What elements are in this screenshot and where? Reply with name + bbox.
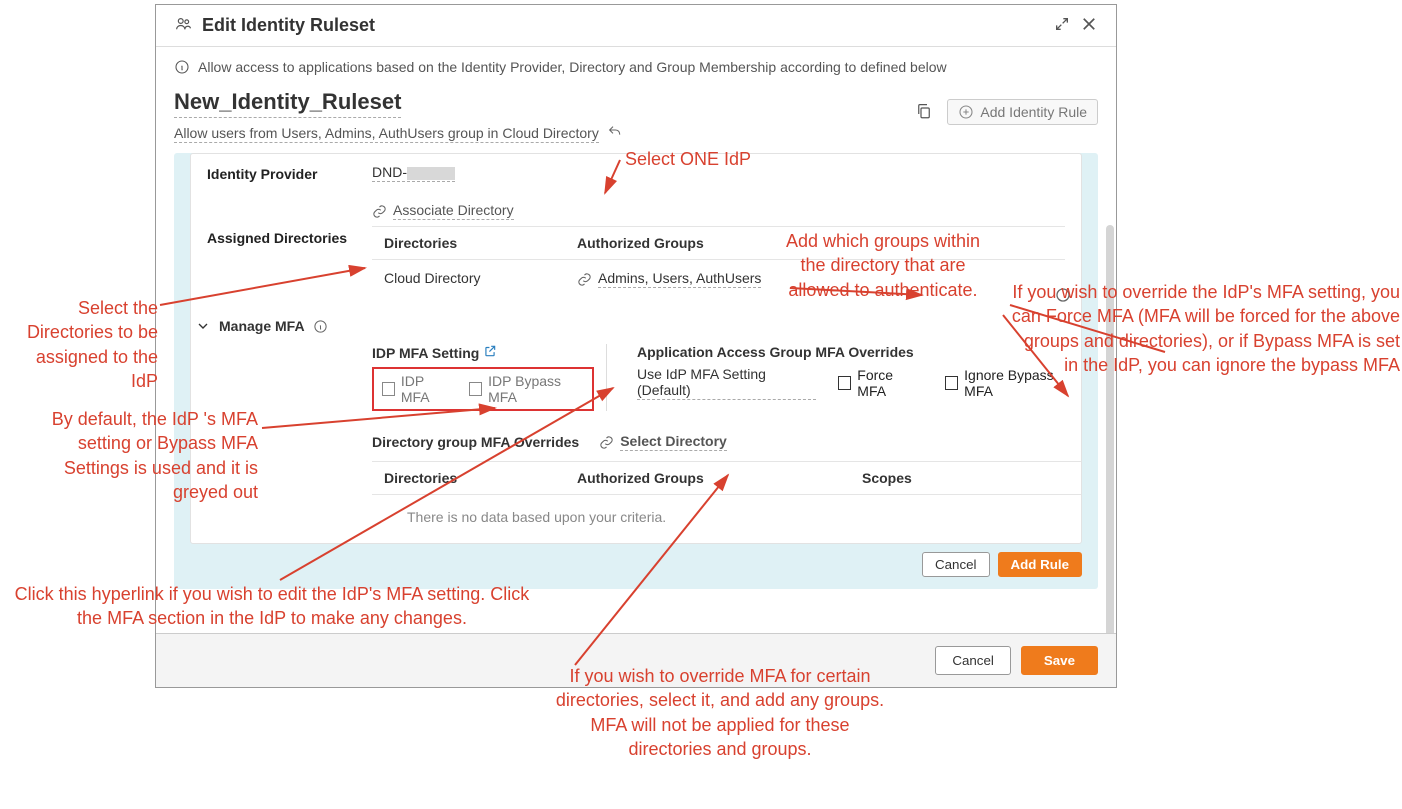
dir-override-section: Directory group MFA Overrides Select Dir…	[191, 425, 1081, 543]
add-identity-rule-button[interactable]: Add Identity Rule	[947, 99, 1098, 125]
idp-label: Identity Provider	[207, 164, 372, 182]
external-link-icon[interactable]	[483, 344, 497, 361]
cancel-button[interactable]: Cancel	[935, 646, 1011, 675]
modal-title: Edit Identity Ruleset	[202, 15, 1044, 36]
users-icon	[174, 15, 192, 36]
annotation-dir-override: If you wish to override MFA for certain …	[555, 664, 885, 761]
annotation-edit-mfa-link: Click this hyperlink if you wish to edit…	[12, 582, 532, 631]
dir-override-title: Directory group MFA Overrides	[372, 434, 579, 450]
dir-name: Cloud Directory	[372, 270, 577, 288]
rule-inner: Identity Provider DND- Assigned Director…	[190, 153, 1082, 544]
save-button[interactable]: Save	[1021, 646, 1098, 675]
idp-mfa-section-title: IDP MFA Setting	[372, 344, 594, 361]
card-add-rule-button[interactable]: Add Rule	[998, 552, 1083, 577]
expand-icon[interactable]	[1054, 16, 1070, 35]
override-table-header: Directories Authorized Groups Scopes	[372, 461, 1081, 495]
info-icon[interactable]	[313, 319, 328, 334]
idp-value[interactable]: DND-	[372, 164, 455, 182]
close-icon[interactable]	[1080, 15, 1098, 36]
annotation-select-idp: Select ONE IdP	[625, 147, 751, 171]
col-directories: Directories	[372, 235, 577, 251]
annotation-select-dirs: Select the Directories to be assigned to…	[18, 296, 158, 393]
annotation-override-mfa: If you wish to override the IdP's MFA se…	[1005, 280, 1400, 377]
redacted-idp	[407, 167, 455, 180]
select-directory-link[interactable]: Select Directory	[599, 433, 727, 451]
idp-bypass-checkbox[interactable]: IDP Bypass MFA	[469, 373, 584, 405]
ruleset-name[interactable]: New_Identity_Ruleset	[174, 89, 401, 118]
associate-directory-link[interactable]: Associate Directory	[372, 202, 1065, 220]
idp-mfa-highlight: IDP MFA IDP Bypass MFA	[372, 367, 594, 411]
undo-icon[interactable]	[607, 124, 623, 143]
empty-state: There is no data based upon your criteri…	[372, 495, 1081, 543]
manage-mfa-toggle[interactable]: Manage MFA	[191, 308, 1081, 340]
annotation-default-mfa: By default, the IdP 's MFA setting or By…	[18, 407, 258, 504]
title-block: New_Identity_Ruleset Allow users from Us…	[174, 89, 1098, 143]
modal-header: Edit Identity Ruleset	[156, 5, 1116, 47]
modal-body: Allow access to applications based on th…	[156, 47, 1116, 633]
rule-card: Identity Provider DND- Assigned Director…	[174, 153, 1098, 589]
force-mfa-checkbox[interactable]: Force MFA	[838, 367, 923, 399]
add-identity-rule-label: Add Identity Rule	[980, 104, 1087, 120]
info-banner: Allow access to applications based on th…	[174, 59, 1098, 75]
copy-icon[interactable]	[915, 102, 933, 123]
info-text: Allow access to applications based on th…	[198, 59, 947, 75]
annotation-add-groups: Add which groups within the directory th…	[778, 229, 988, 302]
assigned-dirs-label: Assigned Directories	[207, 202, 372, 246]
ruleset-summary[interactable]: Allow users from Users, Admins, AuthUser…	[174, 125, 599, 143]
use-default-setting[interactable]: Use IdP MFA Setting (Default)	[637, 366, 816, 400]
idp-mfa-checkbox[interactable]: IDP MFA	[382, 373, 451, 405]
card-cancel-button[interactable]: Cancel	[922, 552, 990, 577]
mfa-grid: IDP MFA Setting IDP MFA IDP Bypass MFA A…	[191, 340, 1081, 425]
